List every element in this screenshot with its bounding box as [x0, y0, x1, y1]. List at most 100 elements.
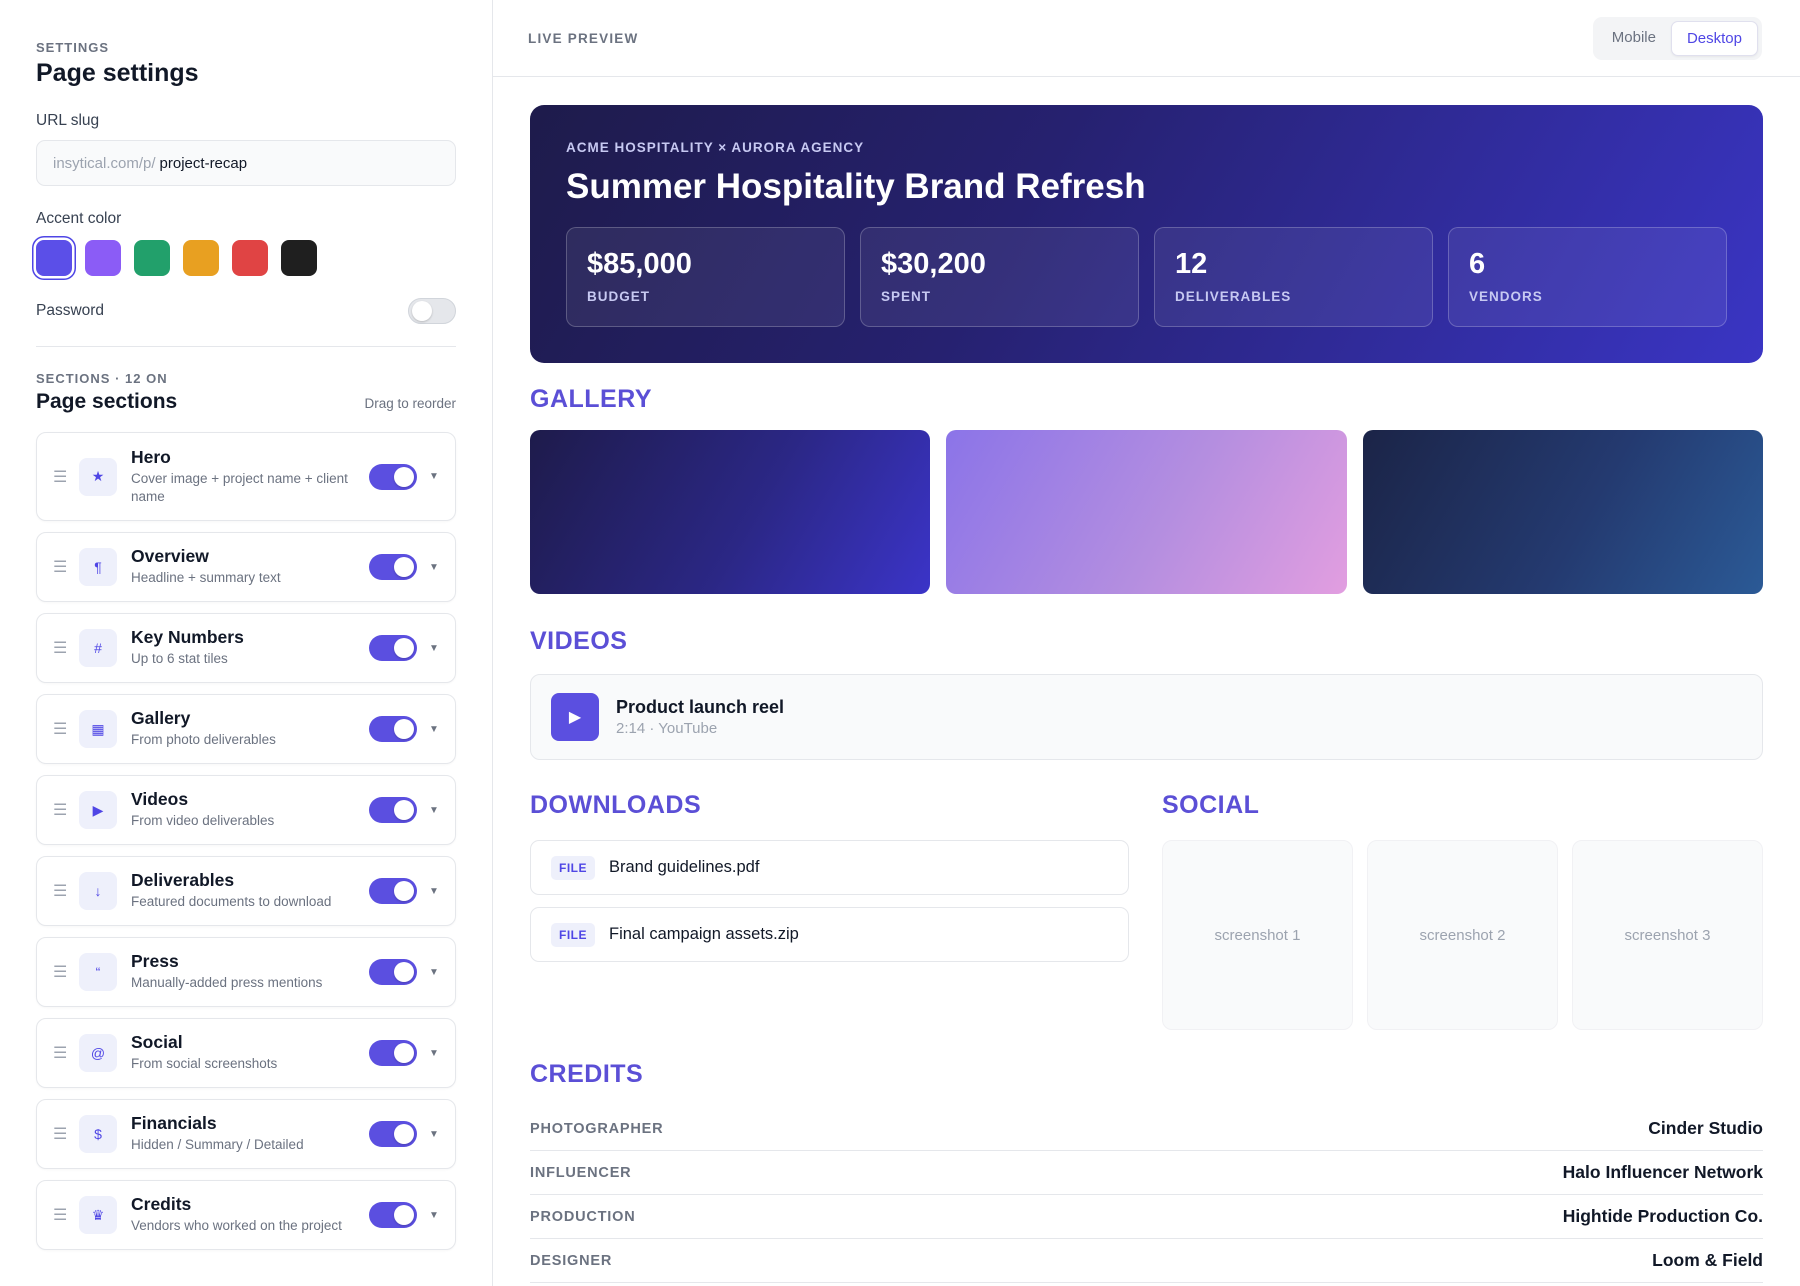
toggle-knob	[394, 1043, 414, 1063]
section-toggle[interactable]	[369, 1121, 417, 1147]
gallery-image[interactable]	[530, 430, 931, 594]
play-icon[interactable]: ▶	[551, 693, 599, 741]
section-card-press[interactable]: ☰ “ Press Manually-added press mentions ▼	[36, 937, 456, 1007]
chevron-down-icon[interactable]: ▼	[429, 562, 439, 573]
file-badge: FILE	[551, 922, 595, 947]
drag-handle-icon[interactable]: ☰	[53, 638, 77, 658]
password-row: Password	[36, 298, 456, 347]
section-card-deliverables[interactable]: ☰ ↓ Deliverables Featured documents to down…	[36, 856, 456, 926]
video-card[interactable]: ▶ Product launch reel 2:14 · YouTube	[530, 674, 1763, 760]
toggle-knob	[394, 1205, 414, 1225]
social-title: SOCIAL	[1162, 791, 1260, 819]
credit-name: Hightide Production Co.	[1562, 1206, 1763, 1226]
accent-swatch[interactable]	[232, 240, 268, 276]
section-desc: Up to 6 stat tiles	[131, 651, 228, 667]
social-screenshot[interactable]: screenshot 3	[1572, 840, 1763, 1030]
drag-handle-icon[interactable]: ☰	[53, 467, 77, 487]
section-desc: Cover image + project name + client name	[131, 470, 348, 504]
device-toggle: Mobile Desktop	[1592, 16, 1762, 60]
accent-swatch[interactable]	[134, 240, 170, 276]
section-text: Gallery From photo deliverables	[131, 708, 357, 749]
section-card-credits[interactable]: ☰ ♛ Credits Vendors who worked on the proje…	[36, 1180, 456, 1250]
drag-handle-icon[interactable]: ☰	[53, 800, 77, 820]
accent-swatch[interactable]	[85, 240, 121, 276]
preview-toolbar: LIVE PREVIEW Mobile Desktop	[493, 0, 1800, 77]
section-toggle[interactable]	[369, 878, 417, 904]
section-card-videos[interactable]: ☰ ▶ Videos From video deliverables ▼	[36, 775, 456, 845]
sections-title: Page sections	[36, 390, 178, 413]
section-card-gallery[interactable]: ☰ ▦ Gallery From photo deliverables ▼	[36, 694, 456, 764]
toggle-knob	[394, 800, 414, 820]
stat-tiles: $85,000 BUDGET $30,200 SPENT 12 DELIVERABLES 6…	[566, 227, 1727, 327]
social-screenshot[interactable]: screenshot 2	[1367, 840, 1558, 1030]
section-toggle[interactable]	[369, 1040, 417, 1066]
section-text: Credits Vendors who worked on the project	[131, 1194, 357, 1235]
url-slug-value: project-recap	[159, 154, 248, 172]
stat-label: VENDORS	[1469, 289, 1543, 304]
social-screenshot[interactable]: screenshot 1	[1162, 840, 1353, 1030]
accent-swatch[interactable]	[36, 240, 72, 276]
accent-swatch[interactable]	[183, 240, 219, 276]
section-toggle[interactable]	[369, 1202, 417, 1228]
play-icon: ▶	[79, 791, 117, 829]
download-file-row[interactable]: FILE Brand guidelines.pdf	[530, 840, 1129, 895]
chevron-down-icon[interactable]: ▼	[429, 724, 439, 735]
accent-swatch[interactable]	[281, 240, 317, 276]
drag-handle-icon[interactable]: ☰	[53, 962, 77, 982]
file-name: Brand guidelines.pdf	[609, 858, 760, 876]
drag-handle-icon[interactable]: ☰	[53, 1043, 77, 1063]
url-slug-input[interactable]: insytical.com/p/ project-recap	[36, 140, 456, 186]
chevron-down-icon[interactable]: ▼	[429, 643, 439, 654]
section-card-key-numbers[interactable]: ☰ # Key Numbers Up to 6 stat tiles ▼	[36, 613, 456, 683]
section-text: Deliverables Featured documents to downlo…	[131, 870, 357, 911]
chevron-down-icon[interactable]: ▼	[429, 1210, 439, 1221]
chevron-down-icon[interactable]: ▼	[429, 1129, 439, 1140]
chevron-down-icon[interactable]: ▼	[429, 967, 439, 978]
accent-color-label: Accent color	[36, 210, 122, 227]
gallery-tiles	[530, 430, 1763, 594]
chevron-down-icon[interactable]: ▼	[429, 886, 439, 897]
section-toggle[interactable]	[369, 959, 417, 985]
download-icon: ↓	[79, 872, 117, 910]
drag-handle-icon[interactable]: ☰	[53, 881, 77, 901]
toggle-knob	[412, 301, 432, 321]
section-name: Videos	[131, 789, 189, 810]
credit-role: PRODUCTION	[530, 1208, 636, 1225]
drag-handle-icon[interactable]: ☰	[53, 557, 77, 577]
credit-list: PHOTOGRAPHER Cinder Studio INFLUENCER Halo …	[530, 1107, 1763, 1283]
section-toggle[interactable]	[369, 716, 417, 742]
stat-value: 6	[1469, 248, 1486, 280]
chevron-down-icon[interactable]: ▼	[429, 1048, 439, 1059]
section-toggle[interactable]	[369, 554, 417, 580]
drag-handle-icon[interactable]: ☰	[53, 1124, 77, 1144]
chevron-down-icon[interactable]: ▼	[429, 805, 439, 816]
drag-handle-icon[interactable]: ☰	[53, 1205, 77, 1225]
gallery-image[interactable]	[946, 430, 1347, 594]
toggle-knob	[394, 962, 414, 982]
device-option-mobile[interactable]: Mobile	[1597, 21, 1671, 56]
sections-header: SECTIONS · 12 ON Page sections Drag to r…	[36, 371, 456, 414]
stat-tile: 6 VENDORS	[1448, 227, 1727, 327]
section-toggle[interactable]	[369, 797, 417, 823]
video-meta: 2:14 · YouTube	[616, 720, 718, 737]
credits-title: CREDITS	[530, 1060, 644, 1088]
section-card-hero[interactable]: ☰ ★ Hero Cover image + project name + clien…	[36, 432, 456, 521]
section-text: Hero Cover image + project name + client …	[131, 447, 357, 506]
video-text: Product launch reel 2:14 · YouTube	[616, 697, 784, 737]
section-toggle[interactable]	[369, 635, 417, 661]
section-toggle[interactable]	[369, 463, 417, 490]
gallery-image[interactable]	[1362, 430, 1763, 594]
drag-handle-icon[interactable]: ☰	[53, 719, 77, 739]
download-file-row[interactable]: FILE Final campaign assets.zip	[530, 907, 1129, 962]
section-card-social[interactable]: ☰ @ Social From social screenshots ▼	[36, 1018, 456, 1088]
device-option-desktop[interactable]: Desktop	[1670, 20, 1758, 56]
live-preview: LIVE PREVIEW Mobile Desktop ACME HOSPITAL…	[493, 0, 1800, 1286]
password-toggle[interactable]	[408, 298, 456, 324]
credit-name: Halo Influencer Network	[1562, 1162, 1763, 1182]
section-card-overview[interactable]: ☰ ¶ Overview Headline + summary text ▼	[36, 532, 456, 602]
toggle-knob	[394, 719, 414, 739]
credit-role: PHOTOGRAPHER	[530, 1120, 664, 1137]
section-card-financials[interactable]: ☰ $ Financials Hidden / Summary / Detailed ▼	[36, 1099, 456, 1169]
credit-name: Loom & Field	[1652, 1250, 1763, 1270]
chevron-down-icon[interactable]: ▼	[429, 471, 439, 482]
